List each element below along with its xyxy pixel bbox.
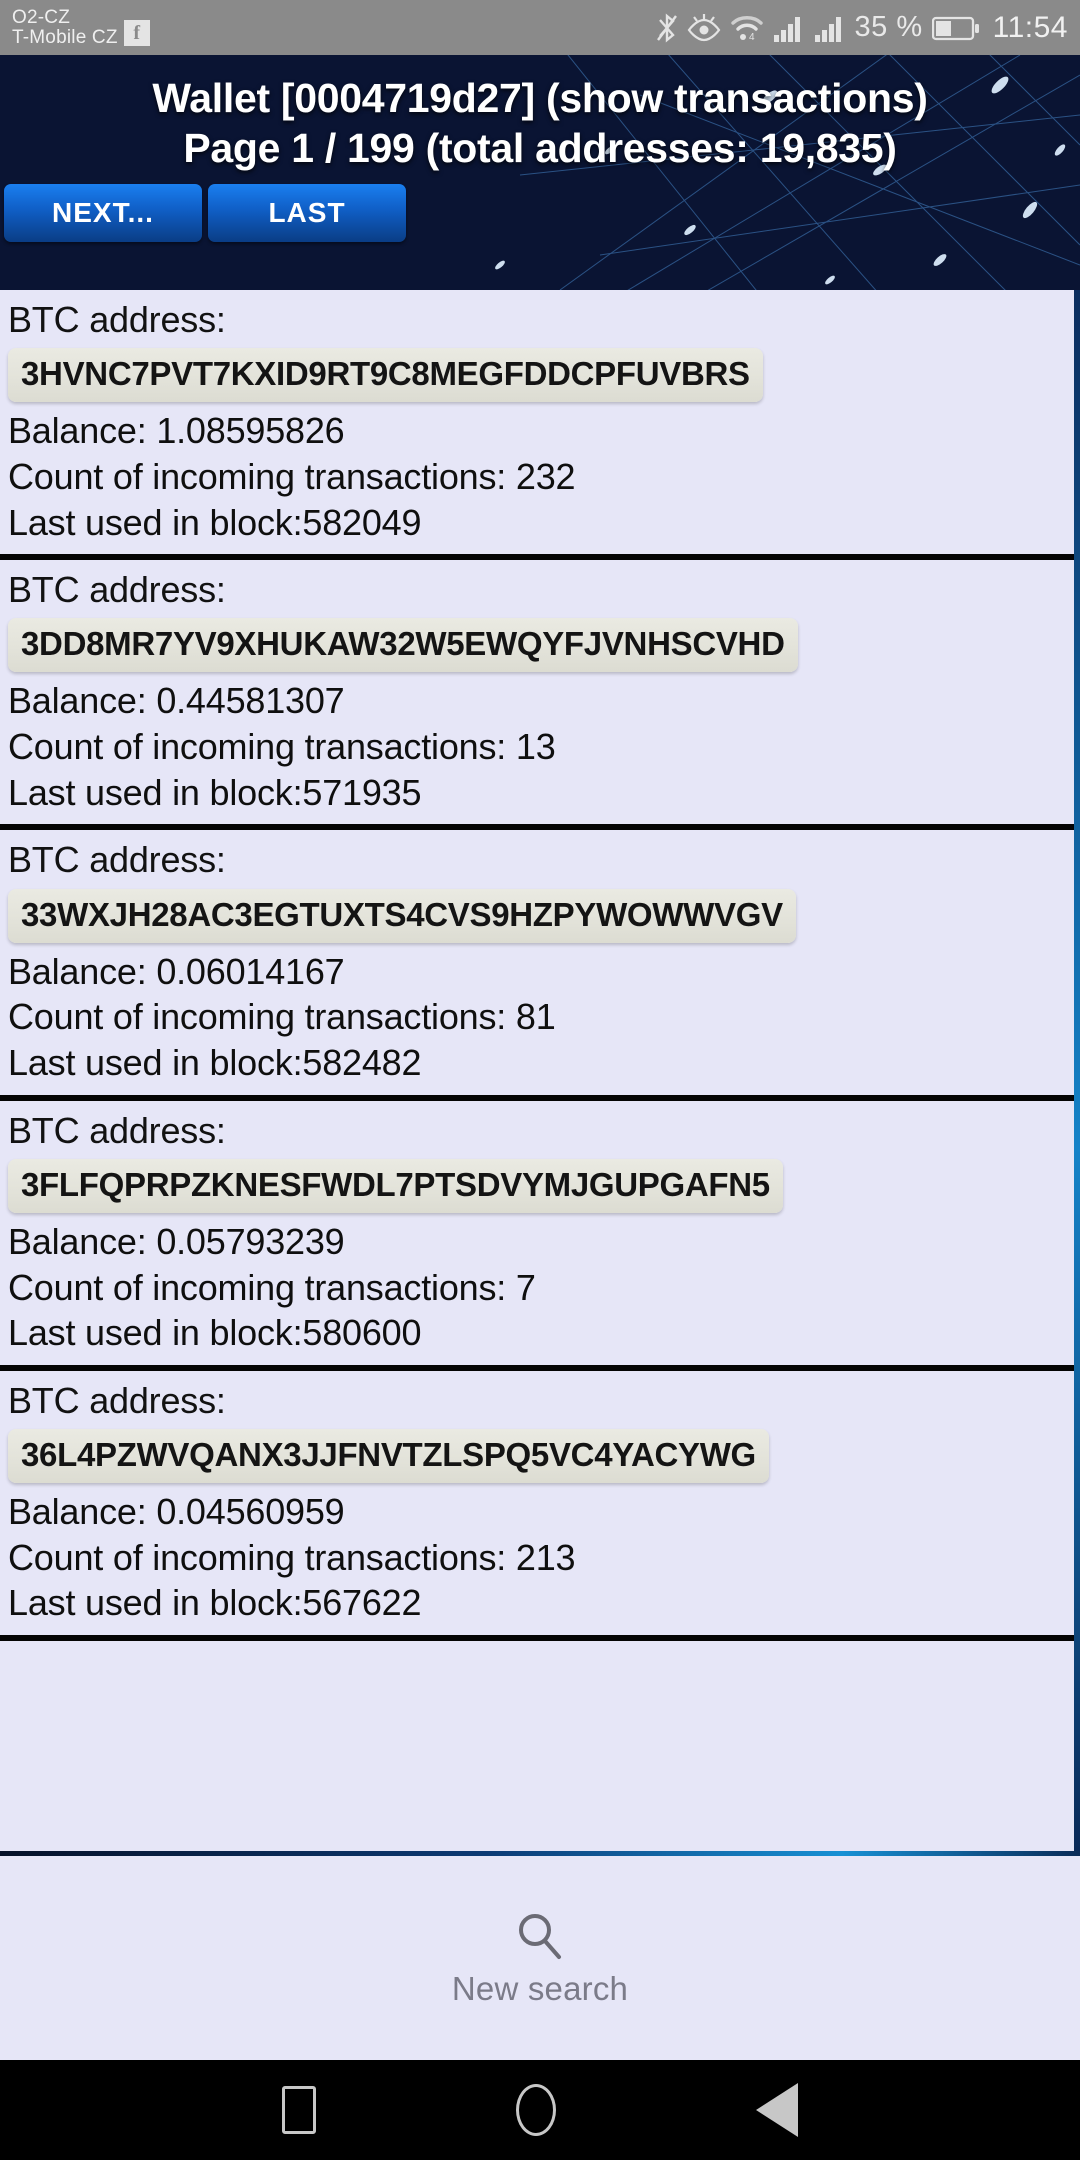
btc-address-label: BTC address:: [8, 839, 226, 881]
btc-address-label: BTC address:: [8, 569, 226, 611]
bluetooth-icon: [656, 12, 677, 43]
address-list[interactable]: BTC address: 3HVNC7PVT7KXID9RT9C8MEGFDDC…: [0, 290, 1074, 1851]
btc-address-value[interactable]: 33WXJH28AC3EGTUXTS4CVS9HZPYWOWWVGV: [8, 888, 796, 943]
signal-bars-icon: [773, 16, 800, 42]
next-button[interactable]: NEXT...: [4, 184, 202, 243]
home-circle-icon[interactable]: [516, 2084, 556, 2136]
incoming-tx-label: Count of incoming transactions:: [8, 1266, 516, 1308]
last-block-value: 582049: [302, 501, 422, 543]
status-icons: 4 35 % 11:54: [656, 11, 1068, 45]
incoming-tx-label: Count of incoming transactions:: [8, 455, 516, 497]
search-icon: [519, 1914, 561, 1959]
recents-square-icon[interactable]: [282, 2086, 316, 2134]
new-search-button[interactable]: New search: [0, 1856, 1080, 2060]
last-block-label: Last used in block:: [8, 1582, 303, 1624]
incoming-tx-row: Count of incoming transactions: 213: [8, 1535, 1066, 1581]
incoming-tx-value: 213: [515, 1536, 576, 1578]
facebook-icon: f: [123, 20, 150, 47]
btc-address-value[interactable]: 3HVNC7PVT7KXID9RT9C8MEGFDDCPFUVBRS: [8, 348, 763, 403]
last-block-label: Last used in block:: [8, 1041, 303, 1083]
btc-address-label: BTC address:: [8, 299, 226, 340]
back-triangle-icon[interactable]: [756, 2083, 798, 2137]
carrier-names: O2-CZ T-Mobile CZ: [12, 6, 118, 48]
page-counter-line: Page 1 / 199 (total addresses: 19,835): [183, 125, 897, 172]
balance-label: Balance:: [8, 1491, 157, 1533]
balance-row: Balance: 0.06014167: [8, 949, 1066, 995]
address-card[interactable]: BTC address: 3FLFQPRPZKNESFWDL7PTSDVYMJG…: [0, 1100, 1074, 1371]
eye-comfort-icon: [687, 13, 720, 41]
address-card[interactable]: BTC address: 36L4PZWVQANX3JJFNVTZLSPQ5VC…: [0, 1370, 1074, 1642]
scroll-edge-decoration: [1074, 290, 1080, 1851]
incoming-tx-label: Count of incoming transactions:: [8, 996, 516, 1038]
incoming-tx-row: Count of incoming transactions: 81: [8, 994, 1066, 1040]
android-navigation-bar: [0, 2060, 1080, 2160]
btc-address-value[interactable]: 3DD8MR7YV9XHUKAW32W5EWQYFJVNHSCVHD: [8, 618, 798, 673]
last-block-row: Last used in block:567622: [8, 1580, 1066, 1626]
app-screen: O2-CZ T-Mobile CZ f 4 35 % 11:54 Wallet …: [0, 0, 1080, 2160]
last-block-label: Last used in block:: [8, 1312, 303, 1354]
incoming-tx-label: Count of incoming transactions:: [8, 726, 516, 768]
btc-address-value[interactable]: 36L4PZWVQANX3JJFNVTZLSPQ5VC4YACYWG: [8, 1429, 769, 1484]
btc-address-label: BTC address:: [8, 1109, 226, 1151]
balance-label: Balance:: [8, 680, 157, 722]
btc-address-label: BTC address:: [8, 1379, 226, 1421]
last-block-label: Last used in block:: [8, 771, 303, 813]
balance-value: 1.08595826: [156, 410, 345, 452]
signal-bars-2-icon: [814, 16, 841, 42]
incoming-tx-value: 13: [515, 726, 556, 768]
carrier-info: O2-CZ T-Mobile CZ f: [12, 6, 150, 48]
balance-value: 0.44581307: [156, 680, 345, 722]
svg-text:4: 4: [749, 32, 755, 43]
address-card[interactable]: BTC address: 3HVNC7PVT7KXID9RT9C8MEGFDDC…: [0, 290, 1074, 561]
incoming-tx-value: 81: [515, 996, 556, 1038]
incoming-tx-value: 232: [515, 455, 576, 497]
battery-icon: [931, 16, 979, 40]
btc-address-value[interactable]: 3FLFQPRPZKNESFWDL7PTSDVYMJGUPGAFN5: [8, 1158, 783, 1213]
last-block-row: Last used in block:571935: [8, 770, 1066, 816]
balance-label: Balance:: [8, 950, 157, 992]
balance-value: 0.05793239: [156, 1220, 345, 1262]
last-block-value: 571935: [302, 771, 422, 813]
balance-row: Balance: 0.05793239: [8, 1219, 1066, 1265]
last-block-value: 580600: [302, 1312, 422, 1354]
incoming-tx-row: Count of incoming transactions: 7: [8, 1265, 1066, 1311]
clock: 11:54: [992, 10, 1068, 44]
status-bar: O2-CZ T-Mobile CZ f 4 35 % 11:54: [0, 0, 1080, 55]
balance-value: 0.04560959: [156, 1491, 345, 1533]
balance-row: Balance: 0.44581307: [8, 678, 1066, 724]
last-block-row: Last used in block:582482: [8, 1040, 1066, 1086]
balance-label: Balance:: [8, 410, 157, 452]
last-button[interactable]: LAST: [208, 184, 406, 243]
last-block-label: Last used in block:: [8, 501, 303, 543]
balance-label: Balance:: [8, 1220, 157, 1262]
battery-percent: 35 %: [854, 11, 923, 43]
wifi-icon: 4: [730, 15, 763, 43]
incoming-tx-row: Count of incoming transactions: 13: [8, 724, 1066, 770]
app-header: Wallet [0004719d27] (show transactions) …: [0, 55, 1080, 290]
address-card[interactable]: BTC address: 3DD8MR7YV9XHUKAW32W5EWQYFJV…: [0, 560, 1074, 831]
last-block-value: 567622: [302, 1582, 422, 1624]
balance-value: 0.06014167: [156, 950, 345, 992]
balance-row: Balance: 1.08595826: [8, 408, 1066, 454]
address-card[interactable]: BTC address: 33WXJH28AC3EGTUXTS4CVS9HZPY…: [0, 830, 1074, 1101]
last-block-row: Last used in block:582049: [8, 500, 1066, 546]
carrier-primary: O2-CZ: [12, 6, 70, 28]
last-block-row: Last used in block:580600: [8, 1310, 1066, 1356]
page-title: Wallet [0004719d27] (show transactions) …: [0, 55, 1080, 173]
carrier-secondary: T-Mobile CZ: [12, 26, 118, 48]
last-block-value: 582482: [302, 1041, 422, 1083]
new-search-label: New search: [451, 1970, 629, 2007]
incoming-tx-label: Count of incoming transactions:: [8, 1536, 516, 1578]
incoming-tx-row: Count of incoming transactions: 232: [8, 454, 1066, 500]
pagination-buttons: NEXT... LAST: [0, 184, 1080, 243]
balance-row: Balance: 0.04560959: [8, 1489, 1066, 1535]
wallet-title-line: Wallet [0004719d27] (show transactions): [152, 75, 928, 121]
incoming-tx-value: 7: [515, 1266, 536, 1308]
